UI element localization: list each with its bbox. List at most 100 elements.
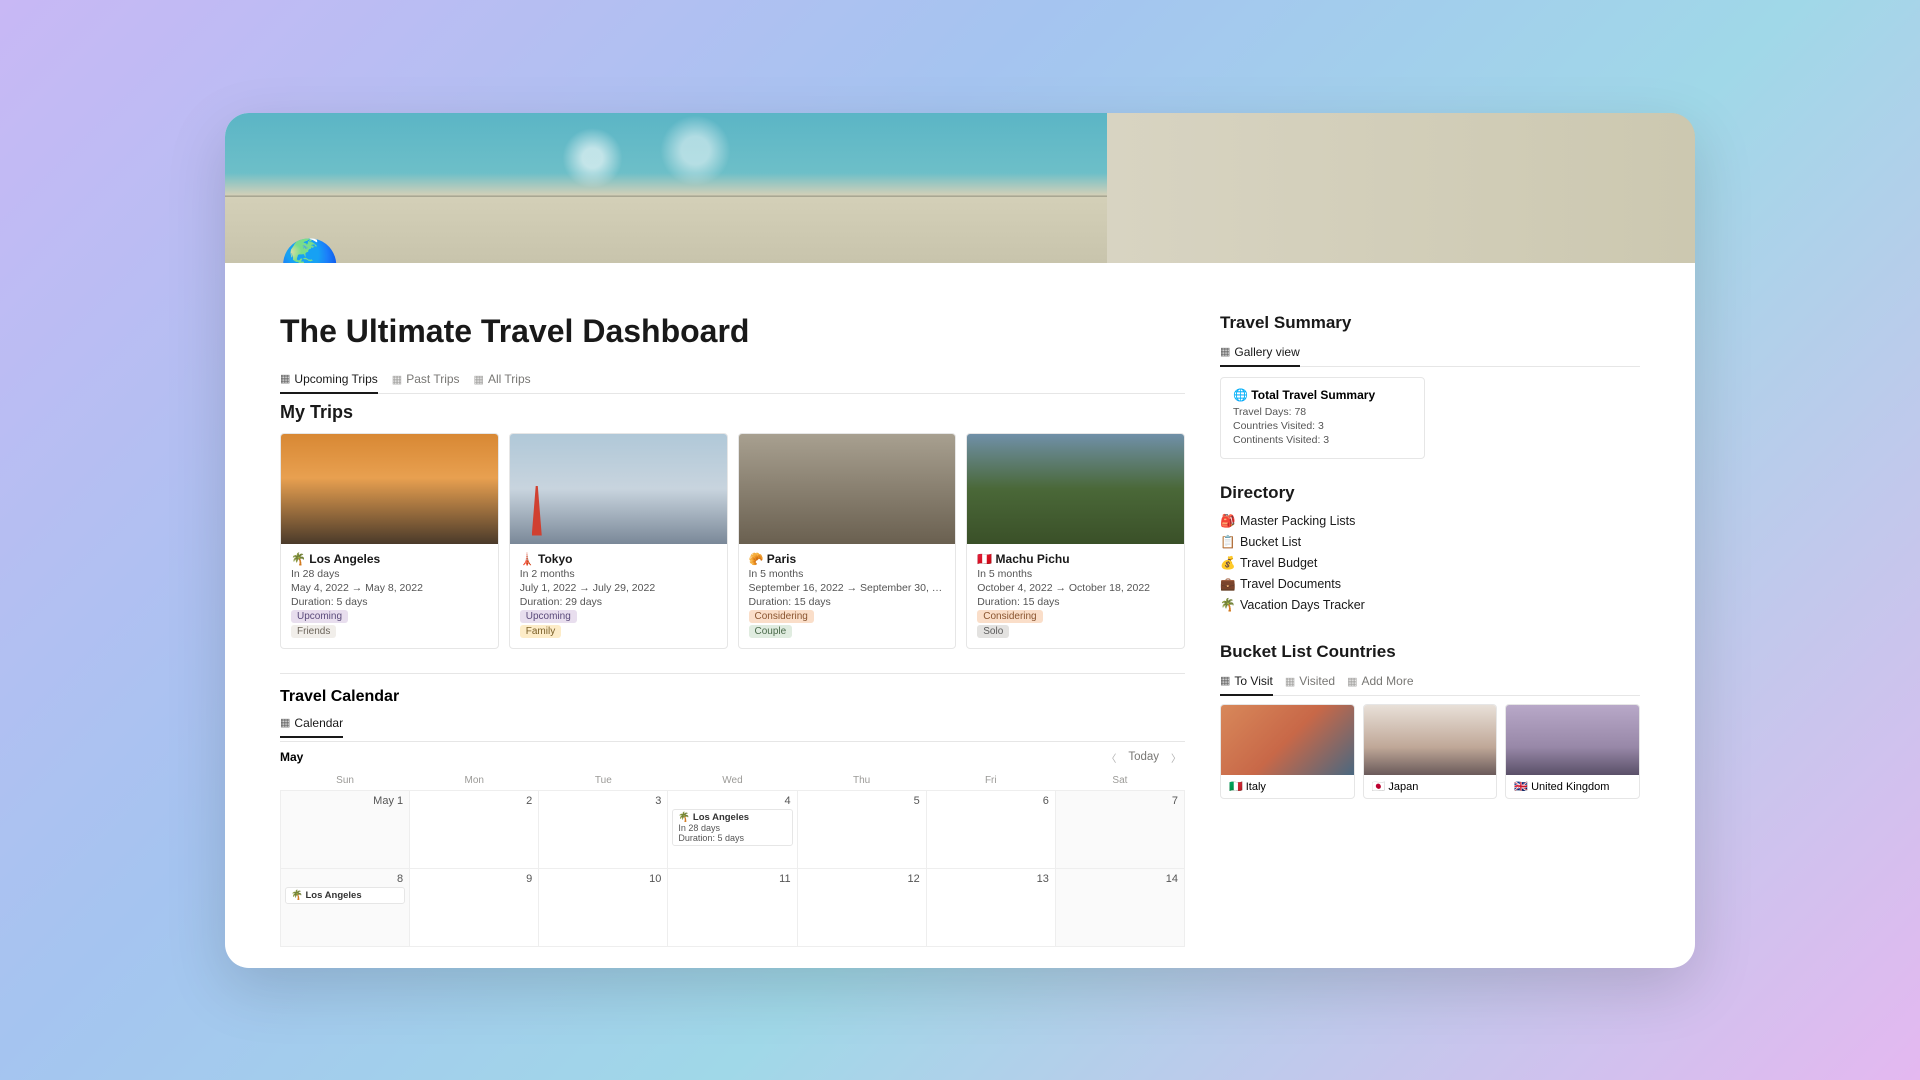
directory-item[interactable]: 🎒Master Packing Lists [1220, 511, 1640, 532]
calendar-day-header: Wed [668, 771, 797, 791]
directory-list: 🎒Master Packing Lists📋Bucket List💰Travel… [1220, 511, 1640, 616]
grid-icon: ▦ [1220, 674, 1230, 687]
directory-heading: Directory [1220, 483, 1640, 503]
trip-duration: Duration: 29 days [520, 596, 717, 608]
bucket-list-heading: Bucket List Countries [1220, 642, 1640, 662]
calendar-day[interactable]: 4 [784, 795, 790, 807]
calendar-day-header: Fri [926, 771, 1055, 791]
trip-when: In 5 months [749, 568, 946, 580]
calendar-today-button[interactable]: Today [1128, 751, 1159, 763]
directory-item[interactable]: 💰Travel Budget [1220, 553, 1640, 574]
tab-upcoming-trips[interactable]: ▦ Upcoming Trips [280, 368, 378, 394]
calendar-day[interactable]: 5 [914, 795, 920, 807]
directory-item[interactable]: 💼Travel Documents [1220, 574, 1640, 595]
grid-icon: ▦ [392, 373, 402, 386]
trip-title: 🇵🇪 Machu Pichu [977, 552, 1174, 566]
travel-summary-card[interactable]: 🌐 Total Travel Summary Travel Days: 78 C… [1220, 377, 1425, 459]
trip-when: In 28 days [291, 568, 488, 580]
trip-title: 🗼 Tokyo [520, 552, 717, 566]
calendar-prev-icon[interactable]: 〈 [1102, 748, 1120, 767]
status-tag: Considering [749, 610, 814, 623]
country-name: 🇮🇹 Italy [1221, 775, 1354, 798]
tab-visited[interactable]: ▦ Visited [1285, 670, 1335, 695]
grid-icon: ▦ [280, 372, 290, 385]
tab-gallery-view[interactable]: ▦ Gallery view [1220, 341, 1300, 367]
cover-image: 🌎 [225, 113, 1695, 263]
country-image [1221, 705, 1354, 775]
calendar-day[interactable]: 14 [1166, 873, 1178, 885]
calendar-day[interactable]: 6 [1043, 795, 1049, 807]
type-tag: Family [520, 625, 561, 638]
calendar-event[interactable]: 🌴 Los Angeles In 28 days Duration: 5 day… [672, 809, 792, 846]
trip-cover-image [510, 434, 727, 544]
app-window: 🌎 The Ultimate Travel Dashboard ▦ Upcomi… [225, 113, 1695, 968]
calendar-day-header: Tue [539, 771, 668, 791]
trip-card[interactable]: 🥐 Paris In 5 months September 16, 2022 → S… [738, 433, 957, 649]
trip-dates: July 1, 2022 → July 29, 2022 [520, 582, 717, 594]
directory-item-icon: 💰 [1220, 556, 1240, 571]
trip-dates: September 16, 2022 → September 30, 2022 [749, 582, 946, 594]
page-icon[interactable]: 🌎 [280, 236, 340, 263]
calendar-day-header: Thu [797, 771, 926, 791]
status-tag: Upcoming [291, 610, 348, 623]
type-tag: Solo [977, 625, 1009, 638]
bucket-country-card[interactable]: 🇯🇵 Japan [1363, 704, 1498, 799]
calendar-event[interactable]: 🌴 Los Angeles [285, 887, 405, 904]
tab-add-more[interactable]: ▦ Add More [1347, 670, 1413, 695]
calendar-day[interactable]: 2 [526, 795, 532, 807]
grid-icon: ▦ [474, 373, 484, 386]
trip-card[interactable]: 🌴 Los Angeles In 28 days May 4, 2022 → May… [280, 433, 499, 649]
trip-dates: May 4, 2022 → May 8, 2022 [291, 582, 488, 594]
calendar-day-header: Sat [1055, 771, 1184, 791]
trip-title: 🥐 Paris [749, 552, 946, 566]
my-trips-heading: My Trips [280, 402, 1185, 423]
travel-calendar-heading: Travel Calendar [280, 688, 1185, 706]
trip-card[interactable]: 🇵🇪 Machu PichuIn 5 monthsOctober 4, 2022… [966, 433, 1185, 649]
calendar-day[interactable]: 8 [397, 873, 403, 885]
trip-when: In 2 months [520, 568, 717, 580]
trip-when: In 5 months [977, 568, 1174, 580]
calendar-day[interactable]: 13 [1037, 873, 1049, 885]
travel-summary-heading: Travel Summary [1220, 313, 1640, 333]
trips-tabs: ▦ Upcoming Trips ▦ Past Trips ▦ All Trips [280, 368, 1185, 394]
status-tag: Considering [977, 610, 1042, 623]
trip-duration: Duration: 15 days [977, 596, 1174, 608]
bucket-country-card[interactable]: 🇬🇧 United Kingdom [1505, 704, 1640, 799]
directory-item-icon: 💼 [1220, 577, 1240, 592]
directory-item[interactable]: 📋Bucket List [1220, 532, 1640, 553]
country-image [1364, 705, 1497, 775]
grid-icon: ▦ [1285, 675, 1295, 688]
calendar-next-icon[interactable]: 〉 [1167, 748, 1185, 767]
trip-title: 🌴 Los Angeles [291, 552, 488, 566]
directory-item-icon: 📋 [1220, 535, 1240, 550]
calendar-day[interactable]: 7 [1172, 795, 1178, 807]
bucket-country-card[interactable]: 🇮🇹 Italy [1220, 704, 1355, 799]
calendar-day-header: Sun [281, 771, 410, 791]
tab-past-trips[interactable]: ▦ Past Trips [392, 368, 460, 393]
trip-card[interactable]: 🗼 Tokyo In 2 months July 1, 2022 → July 29… [509, 433, 728, 649]
calendar-day-header: Mon [410, 771, 539, 791]
directory-item[interactable]: 🌴Vacation Days Tracker [1220, 595, 1640, 616]
calendar-day[interactable]: 9 [526, 873, 532, 885]
divider [280, 673, 1185, 674]
calendar-day[interactable]: May 1 [373, 795, 403, 807]
status-tag: Upcoming [520, 610, 577, 623]
tab-all-trips[interactable]: ▦ All Trips [474, 368, 531, 393]
calendar-day[interactable]: 12 [907, 873, 919, 885]
tab-to-visit[interactable]: ▦ To Visit [1220, 670, 1273, 696]
page-title: The Ultimate Travel Dashboard [280, 313, 1185, 350]
tab-calendar[interactable]: ▦ Calendar [280, 712, 343, 738]
directory-item-icon: 🌴 [1220, 598, 1240, 613]
calendar-day[interactable]: 10 [649, 873, 661, 885]
calendar-day[interactable]: 3 [655, 795, 661, 807]
grid-icon: ▦ [1347, 675, 1357, 688]
calendar-icon: ▦ [280, 716, 290, 729]
calendar-day[interactable]: 11 [779, 873, 790, 885]
country-image [1506, 705, 1639, 775]
trip-grid: 🌴 Los Angeles In 28 days May 4, 2022 → May… [280, 433, 1185, 649]
type-tag: Friends [291, 625, 336, 638]
trip-cover-image [967, 434, 1184, 544]
country-name: 🇯🇵 Japan [1364, 775, 1497, 798]
trip-cover-image [739, 434, 956, 544]
calendar-grid: SunMonTueWedThuFriSat May 1 2 3 4 🌴 Los … [280, 771, 1185, 947]
